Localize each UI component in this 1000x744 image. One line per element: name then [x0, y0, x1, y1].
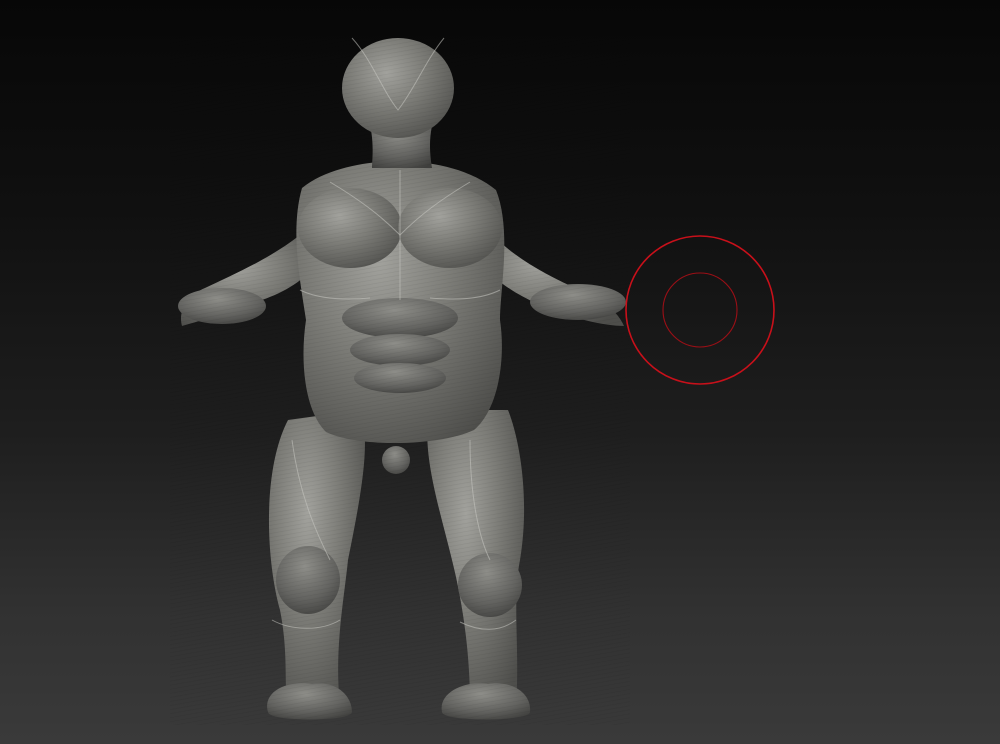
sculpt-canvas[interactable] [0, 0, 1000, 744]
surface-detail [170, 30, 630, 725]
sculpt-model-icon[interactable] [0, 0, 1000, 744]
